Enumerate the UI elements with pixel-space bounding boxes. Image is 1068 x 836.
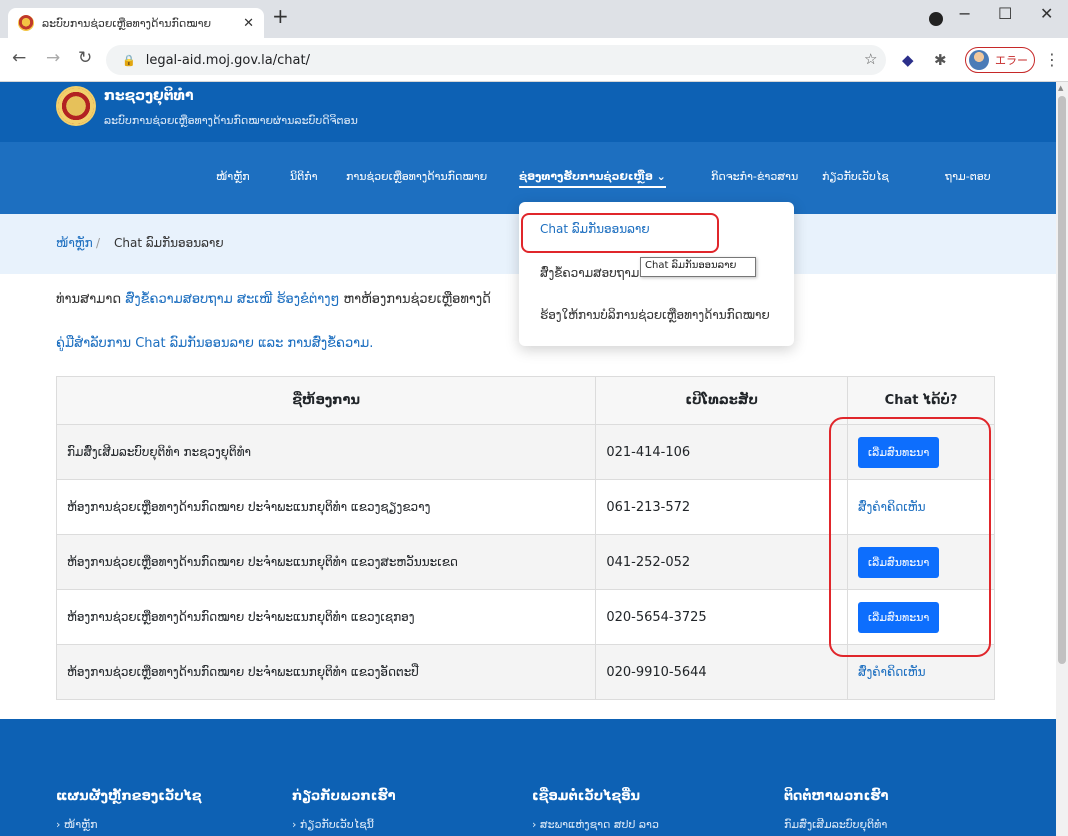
- chat-buttons-highlight-outline: [829, 417, 991, 657]
- window-maximize-button[interactable]: ☐: [998, 4, 1012, 23]
- intro-suffix: ຫາຫ້ອງການຊ່ວຍເຫຼືອທາງດ້: [339, 292, 491, 307]
- footer-column-contact: ຕິດຕໍ່ຫາພວກເຮົາ ກົມສົ່ງເສີມລະບົບຍຸຕິທຳ: [784, 789, 888, 831]
- office-name: ຫ້ອງການຊ່ວຍເຫຼືອທາງດ້ານກົດໝາຍ ປະຈຳພະແນກຍ…: [55, 589, 597, 645]
- office-name: ຫ້ອງການຊ່ວຍເຫຼືອທາງດ້ານກົດໝາຍ ປະຈຳພະແນກຍ…: [55, 479, 597, 535]
- url-text: legal-aid.moj.gov.la/chat/: [145, 52, 310, 68]
- tooltip: Chat ລົມກັນອອນລາຍ: [640, 257, 756, 277]
- footer-column-title: ກ່ຽວກັບພວກເຮົາ: [292, 789, 396, 804]
- lock-icon: 🔒: [122, 53, 136, 67]
- address-bar[interactable]: 🔒 legal-aid.moj.gov.la/chat/: [106, 45, 886, 75]
- footer-column-title: ແຜນຜັງຫຼັກຂອງເວັບໄຊ: [56, 789, 202, 804]
- window-close-button[interactable]: ✕: [1040, 4, 1053, 23]
- tab-title: ລະບົບການຊ່ວຍເຫຼືອທາງດ້ານກົດໝາຍ: [42, 16, 212, 30]
- office-phone: 021-414-106: [595, 424, 849, 480]
- nav-about-site[interactable]: ກ່ຽວກັບເວັບໄຊ: [822, 170, 889, 183]
- site-footer: ແຜນຜັງຫຼັກຂອງເວັບໄຊ › ໜ້າຫຼັກ ກ່ຽວກັບພວກ…: [0, 719, 1056, 836]
- dropdown-item-request-legal-aid[interactable]: ຮ້ອງໃຫ້ການບໍລິການຊ່ວຍເຫຼືອທາງດ້ານກົດໝາຍ: [540, 308, 770, 322]
- guide-link[interactable]: ຄູ່ມືສຳລັບການ Chat ລົມກັນອອນລາຍ ແລະ ການສ…: [56, 336, 373, 351]
- breadcrumb-home-link[interactable]: ໜ້າຫຼັກ: [56, 236, 93, 250]
- user-avatar: [969, 50, 989, 70]
- browser-profile-chip[interactable]: エラー: [965, 47, 1035, 73]
- forward-arrow-icon[interactable]: →: [46, 48, 60, 68]
- footer-link[interactable]: ກົມສົ່ງເສີມລະບົບຍຸຕິທຳ: [784, 818, 888, 831]
- footer-column-links: ເຊື່ອມຕໍ່ເວັບໄຊອື່ນ › ສະພາແຫ່ງຊາດ ສປປ ລາ…: [532, 789, 659, 831]
- nav-activities-news[interactable]: ກິດຈະກຳ-ຂ່າວສານ: [711, 170, 798, 183]
- site-title[interactable]: ກະຊວງຍຸຕິທຳ: [104, 88, 194, 104]
- dropdown-item-send-inquiry[interactable]: ສົ່ງຂໍ້ຄວາມສອບຖາມ: [540, 266, 639, 280]
- browser-tab-strip: ລະບົບການຊ່ວຍເຫຼືອທາງດ້ານກົດໝາຍ ✕ + − ☐ ✕: [0, 0, 1068, 38]
- browser-menu-icon[interactable]: ⋮: [1044, 50, 1060, 69]
- intro-prefix: ທ່ານສາມາດ: [56, 292, 126, 307]
- window-minimize-button[interactable]: −: [958, 4, 971, 23]
- site-favicon-icon: [18, 15, 34, 31]
- bookmark-star-icon[interactable]: ☆: [864, 50, 877, 68]
- nav-help-channels-dropdown[interactable]: ຊ່ອງທາງຮັບການຊ່ວຍເຫຼືອ ⌄: [519, 170, 666, 188]
- nav-legislation[interactable]: ນິຕິກຳ: [290, 170, 318, 183]
- send-comment-link[interactable]: ສົ່ງຄຳຄິດເຫັນ: [858, 665, 925, 679]
- office-phone: 020-5654-3725: [595, 589, 849, 645]
- nav-home[interactable]: ໜ້າຫຼັກ: [216, 170, 250, 183]
- online-chat-highlight-outline: [521, 213, 719, 253]
- footer-column-title: ເຊື່ອມຕໍ່ເວັບໄຊອື່ນ: [532, 789, 641, 804]
- scroll-up-arrow-icon[interactable]: ▲: [1058, 84, 1063, 92]
- site-subtitle: ລະບົບການຊ່ວຍເຫຼືອທາງດ້ານກົດໝາຍຜ່ານລະບົບດ…: [104, 114, 358, 127]
- ministry-emblem-logo[interactable]: [56, 86, 96, 126]
- footer-column-title: ຕິດຕໍ່ຫາພວກເຮົາ: [784, 789, 889, 804]
- footer-link[interactable]: › ໜ້າຫຼັກ: [56, 818, 202, 831]
- new-tab-button[interactable]: +: [272, 4, 289, 28]
- back-arrow-icon[interactable]: ←: [12, 48, 26, 68]
- reload-icon[interactable]: ↻: [78, 48, 92, 68]
- extensions-puzzle-icon[interactable]: ✱: [934, 51, 947, 69]
- profile-name: エラー: [995, 54, 1028, 67]
- footer-link[interactable]: › ສະພາແຫ່ງຊາດ ສປປ ລາວ: [532, 818, 659, 831]
- column-header-phone: ເບີໂທລະສັບ: [595, 376, 849, 425]
- office-name: ຫ້ອງການຊ່ວຍເຫຼືອທາງດ້ານກົດໝາຍ ປະຈຳພະແນກຍ…: [55, 644, 597, 700]
- intro-text: ທ່ານສາມາດ ສົ່ງຂໍ້ຄວາມສອບຖາມ ສະເໜີ ຮ້ອງຂໍ…: [56, 292, 491, 307]
- column-header-office: ຊື່ຫ້ອງການ: [55, 376, 597, 425]
- nav-faq[interactable]: ຖາມ-ຕອບ: [945, 170, 991, 183]
- nav-legal-aid[interactable]: ການຊ່ວຍເຫຼືອທາງດ້ານກົດໝາຍ: [346, 170, 487, 183]
- scrollbar-thumb[interactable]: [1058, 96, 1066, 664]
- office-phone: 020-9910-5644: [595, 644, 849, 700]
- footer-link[interactable]: › ກ່ຽວກັບເວັບໄຊນີ້: [292, 818, 396, 831]
- office-phone: 041-252-052: [595, 534, 849, 590]
- footer-column-sitemap: ແຜນຜັງຫຼັກຂອງເວັບໄຊ › ໜ້າຫຼັກ: [56, 789, 202, 831]
- footer-column-about: ກ່ຽວກັບພວກເຮົາ › ກ່ຽວກັບເວັບໄຊນີ້: [292, 789, 396, 831]
- breadcrumb-current: Chat ລົມກັນອອນລາຍ: [114, 236, 224, 250]
- office-name: ກົມສົ່ງເສີມລະບົບຍຸຕິທຳ ກະຊວງຍຸຕິທຳ: [55, 424, 597, 480]
- browser-profile-icon[interactable]: [929, 12, 943, 26]
- extension-diamond-icon[interactable]: ◆: [902, 51, 914, 69]
- site-header: ກະຊວງຍຸຕິທຳ ລະບົບການຊ່ວຍເຫຼືອທາງດ້ານກົດໝ…: [0, 82, 1056, 142]
- office-phone: 061-213-572: [595, 479, 849, 535]
- breadcrumb-separator: /: [96, 236, 101, 250]
- browser-tab[interactable]: ລະບົບການຊ່ວຍເຫຼືອທາງດ້ານກົດໝາຍ ✕: [8, 8, 264, 38]
- office-name: ຫ້ອງການຊ່ວຍເຫຼືອທາງດ້ານກົດໝາຍ ປະຈຳພະແນກຍ…: [55, 534, 597, 590]
- send-message-link[interactable]: ສົ່ງຂໍ້ຄວາມສອບຖາມ ສະເໜີ ຮ້ອງຂໍຕ່າງໆ: [125, 292, 339, 307]
- tab-close-icon[interactable]: ✕: [243, 16, 254, 31]
